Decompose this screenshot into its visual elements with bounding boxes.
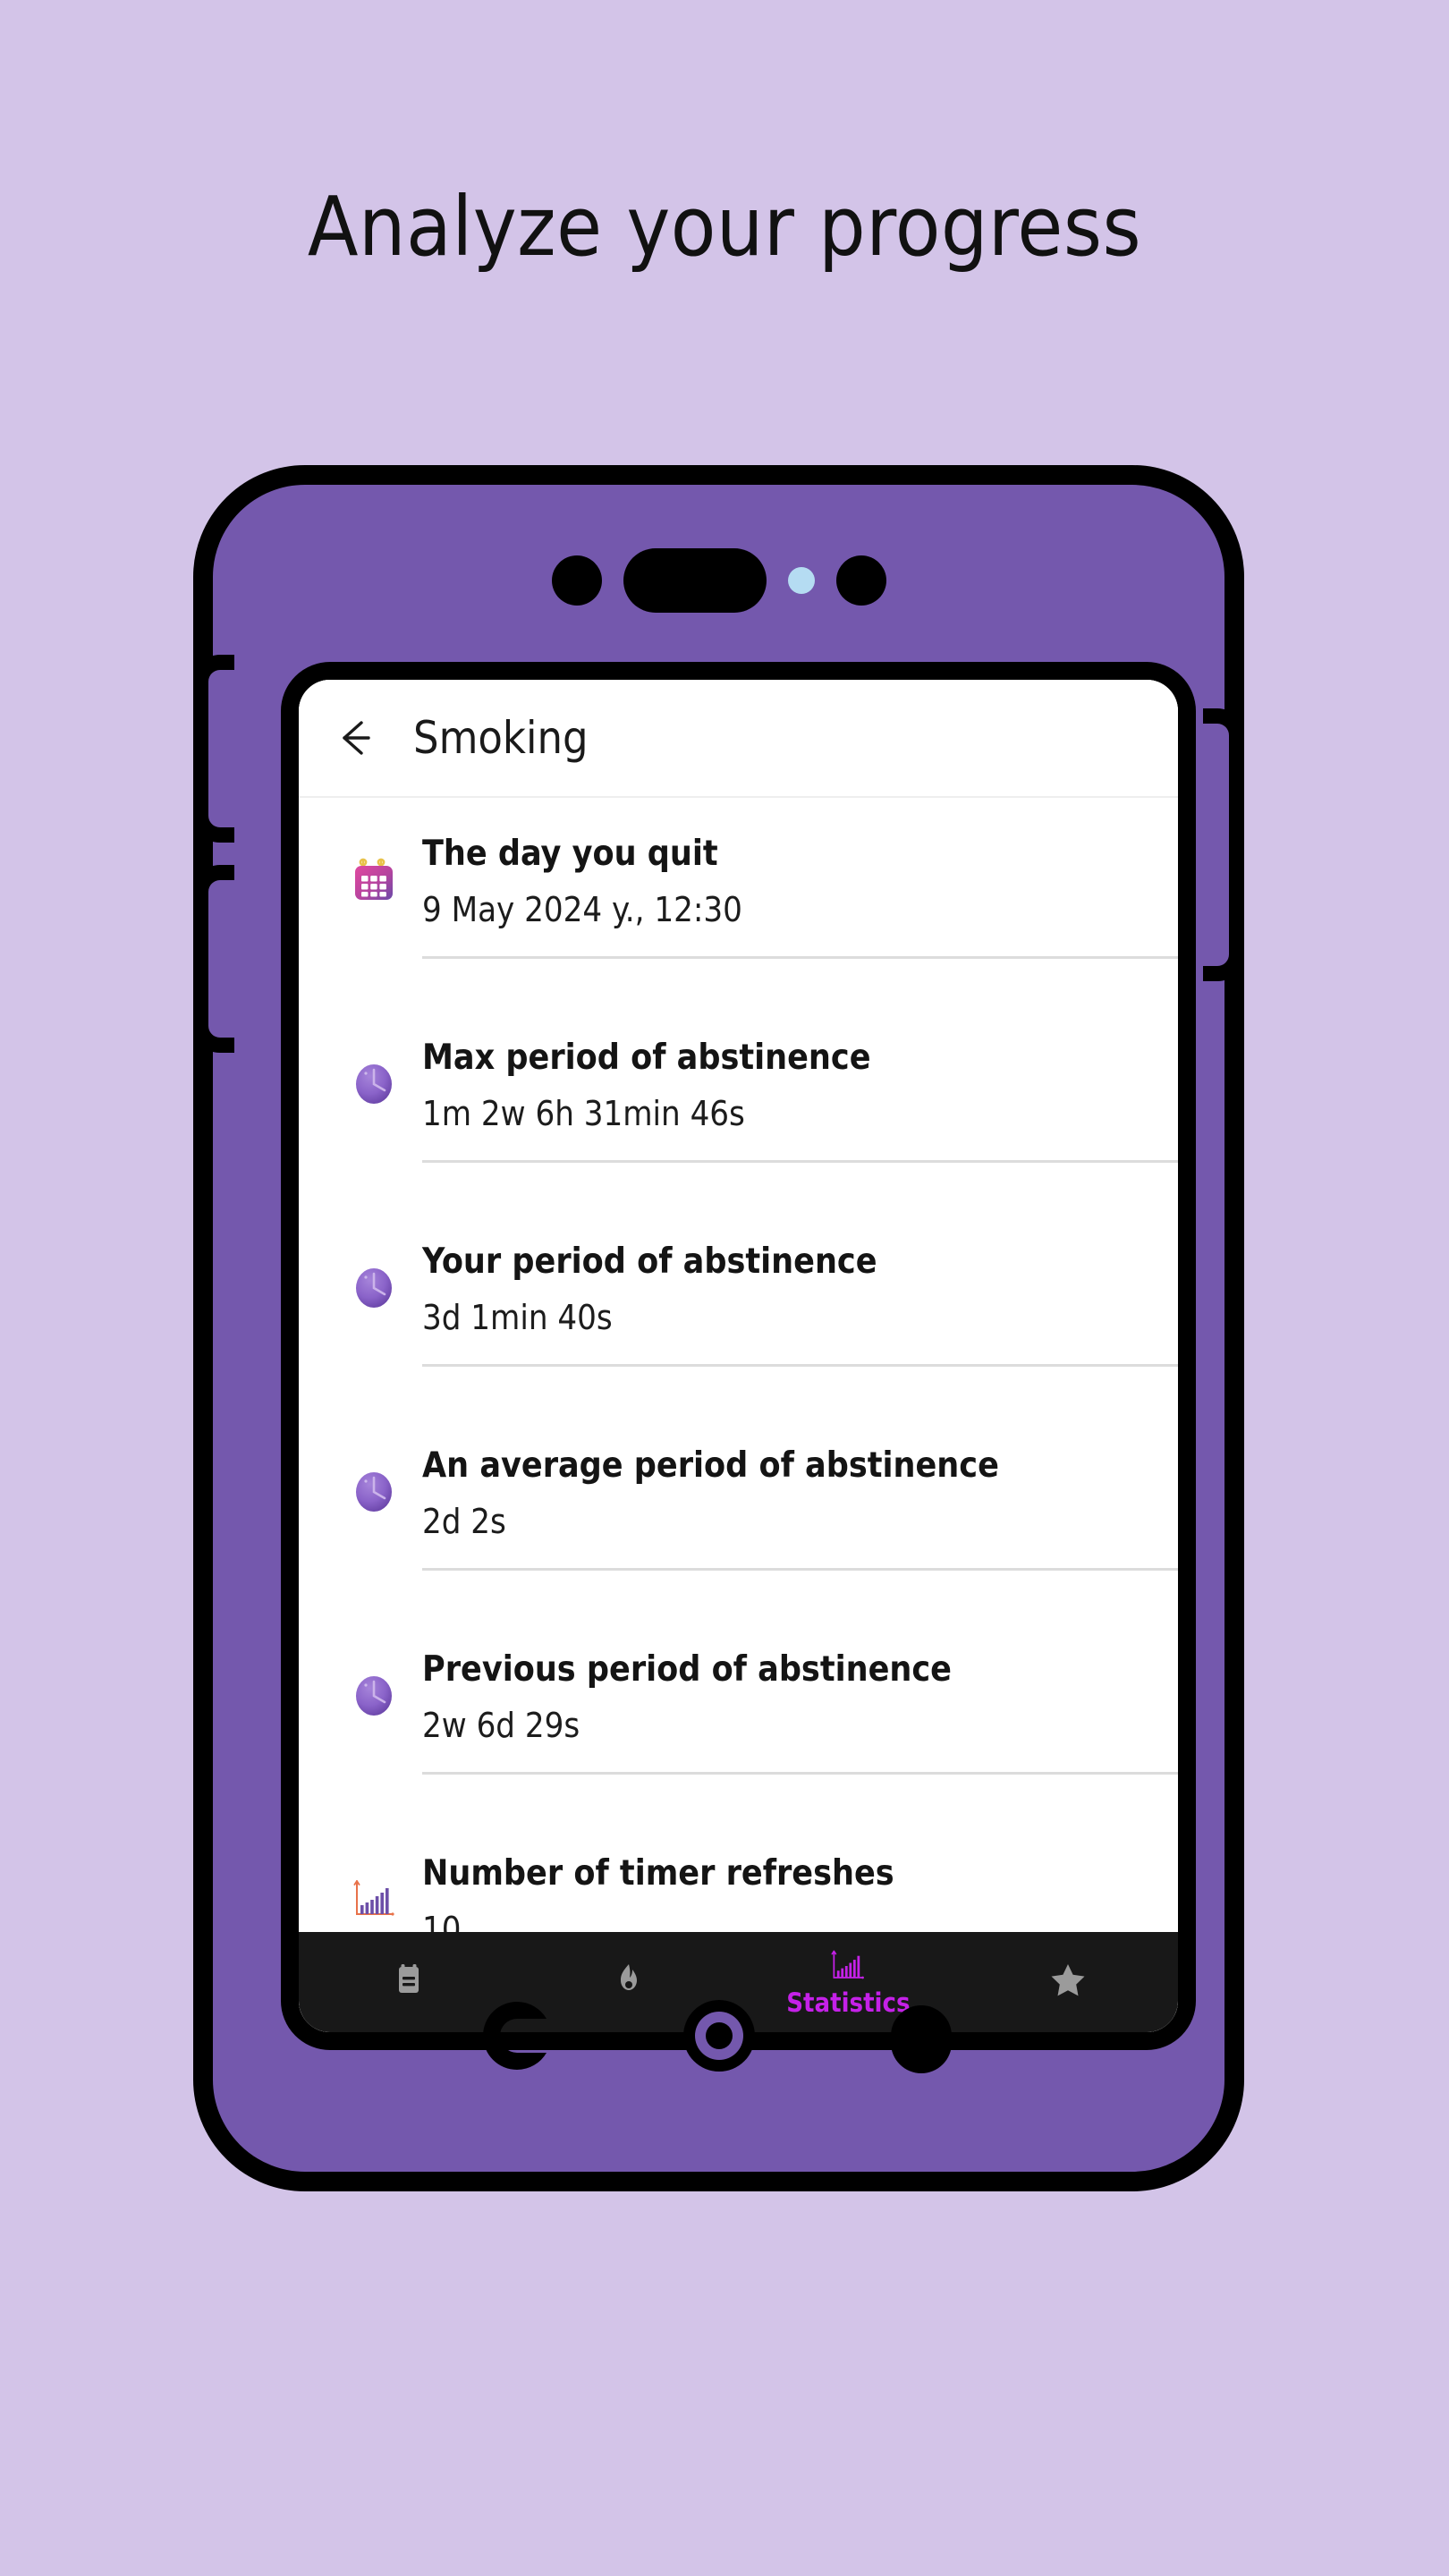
back-button[interactable]: [474, 1993, 560, 2079]
list-item-title: An average period of abstinence: [422, 1445, 999, 1486]
list-item-text: Number of timer refreshes 10: [422, 1826, 1178, 1932]
list-item-title: Your period of abstinence: [422, 1241, 877, 1282]
power-button[interactable]: [1203, 708, 1244, 981]
top-sensor-bar: [213, 540, 1224, 621]
list-item-title: The day you quit: [422, 834, 718, 874]
list-item-value: 9 May 2024 y., 12:30: [422, 889, 742, 929]
volume-down-button[interactable]: [193, 865, 234, 1053]
app-bar: Smoking: [299, 680, 1178, 798]
system-navigation: [213, 1982, 1224, 2089]
camera-dot-icon: [835, 555, 886, 606]
list-item-text: The day you quit 9 May 2024 y., 12:30: [422, 807, 1178, 959]
list-item[interactable]: The day you quit 9 May 2024 y., 12:30: [299, 807, 1178, 1011]
list-item[interactable]: Your period of abstinence 3d 1min 40s: [299, 1215, 1178, 1419]
volume-up-button[interactable]: [193, 655, 234, 843]
list-item[interactable]: Max period of abstinence 1m 2w 6h 31min …: [299, 1011, 1178, 1215]
list-item-text: Max period of abstinence 1m 2w 6h 31min …: [422, 1011, 1178, 1163]
list-item-value: 2w 6d 29s: [422, 1705, 580, 1745]
camera-pill-icon: [623, 548, 767, 613]
home-button[interactable]: [676, 1993, 762, 2079]
list-item-text: An average period of abstinence 2d 2s: [422, 1419, 1178, 1571]
camera-dot-icon: [551, 555, 602, 606]
calendar-icon: [326, 807, 422, 903]
phone-mockup: Smoking The day you quit 9 May 2024 y., …: [175, 465, 1262, 2191]
back-arrow-icon[interactable]: [329, 712, 381, 764]
list-item[interactable]: Previous period of abstinence 2w 6d 29s: [299, 1623, 1178, 1826]
clock-icon: [326, 1623, 422, 1719]
list-item-title: Number of timer refreshes: [422, 1853, 894, 1894]
list-item-value: 1m 2w 6h 31min 46s: [422, 1093, 745, 1133]
list-item-text: Previous period of abstinence 2w 6d 29s: [422, 1623, 1178, 1775]
phone-screen: Smoking The day you quit 9 May 2024 y., …: [281, 662, 1196, 2050]
list-item-title: Max period of abstinence: [422, 1038, 871, 1078]
bar-chart-icon: [326, 1826, 422, 1921]
statistics-list: The day you quit 9 May 2024 y., 12:30 Ma…: [299, 798, 1178, 1932]
clock-icon: [326, 1011, 422, 1107]
app-bar-title: Smoking: [413, 712, 589, 764]
clock-icon: [326, 1419, 422, 1515]
list-item[interactable]: Number of timer refreshes 10: [299, 1826, 1178, 1932]
list-item-text: Your period of abstinence 3d 1min 40s: [422, 1215, 1178, 1367]
sensor-dot-blue-icon: [787, 567, 815, 594]
list-item-value: 10: [422, 1909, 462, 1932]
list-item-title: Previous period of abstinence: [422, 1649, 952, 1690]
list-item-value: 2d 2s: [422, 1501, 506, 1541]
list-item-value: 3d 1min 40s: [422, 1297, 613, 1337]
list-item[interactable]: An average period of abstinence 2d 2s: [299, 1419, 1178, 1623]
recents-button[interactable]: [878, 1993, 964, 2079]
phone-body: Smoking The day you quit 9 May 2024 y., …: [193, 465, 1244, 2191]
page-title: Analyze your progress: [307, 179, 1142, 275]
clock-icon: [326, 1215, 422, 1311]
